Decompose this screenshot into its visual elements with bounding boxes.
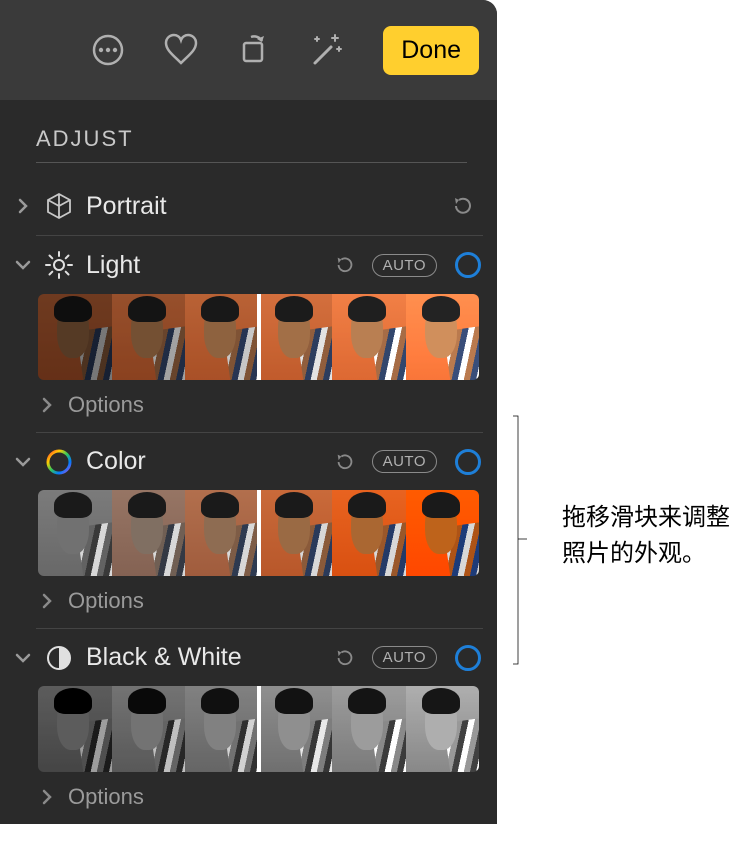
chevron-down-icon	[14, 653, 32, 663]
options-light[interactable]: Options	[0, 380, 497, 432]
preview-thumb	[259, 294, 333, 380]
row-label-light: Light	[86, 251, 324, 280]
options-label: Options	[68, 784, 144, 810]
callout-text: 拖移滑块来调整 照片的外观。	[562, 500, 730, 572]
rotate-crop-icon[interactable]	[237, 33, 271, 67]
chevron-right-icon	[40, 593, 54, 609]
preview-thumb	[38, 686, 112, 772]
slider-indicator[interactable]	[257, 294, 261, 380]
row-light[interactable]: Light AUTO	[0, 236, 497, 294]
row-portrait[interactable]: Portrait	[0, 177, 497, 235]
preview-thumb	[112, 490, 186, 576]
preview-thumb	[38, 490, 112, 576]
preview-thumb	[332, 490, 406, 576]
auto-button-light[interactable]: AUTO	[372, 254, 437, 277]
section-title: ADJUST	[36, 126, 467, 163]
done-button[interactable]: Done	[383, 26, 479, 75]
preview-thumb	[112, 686, 186, 772]
preview-thumb	[406, 490, 480, 576]
preview-thumb	[332, 686, 406, 772]
row-label-portrait: Portrait	[86, 192, 441, 221]
preview-thumb	[259, 490, 333, 576]
callout-bracket-icon	[512, 290, 532, 790]
preview-thumb	[185, 686, 259, 772]
options-bw[interactable]: Options	[0, 772, 497, 824]
chevron-down-icon	[14, 260, 32, 270]
callout-line2: 照片的外观。	[562, 536, 730, 572]
reset-arrow-icon[interactable]	[451, 194, 475, 218]
auto-button-color[interactable]: AUTO	[372, 450, 437, 473]
options-label: Options	[68, 392, 144, 418]
light-preview-slider[interactable]	[38, 294, 479, 380]
row-label-color: Color	[86, 447, 324, 476]
editor-toolbar: Done	[0, 0, 497, 100]
slider-indicator[interactable]	[257, 686, 261, 772]
preview-thumb	[332, 294, 406, 380]
light-sun-icon	[42, 250, 76, 280]
toggle-circle-light[interactable]	[455, 252, 481, 278]
chevron-right-icon	[40, 397, 54, 413]
preview-thumb	[406, 686, 480, 772]
preview-thumb	[259, 686, 333, 772]
auto-button-bw[interactable]: AUTO	[372, 646, 437, 669]
options-label: Options	[68, 588, 144, 614]
heart-icon[interactable]	[163, 33, 199, 67]
preview-thumb	[185, 490, 259, 576]
row-label-bw: Black & White	[86, 643, 324, 672]
slider-indicator[interactable]	[257, 490, 261, 576]
preview-thumb	[406, 294, 480, 380]
toggle-circle-color[interactable]	[455, 449, 481, 475]
chevron-right-icon	[14, 198, 32, 214]
options-color[interactable]: Options	[0, 576, 497, 628]
toggle-circle-bw[interactable]	[455, 645, 481, 671]
preview-thumb	[112, 294, 186, 380]
reset-arrow-icon[interactable]	[334, 451, 356, 473]
bw-preview-slider[interactable]	[38, 686, 479, 772]
preview-thumb	[185, 294, 259, 380]
reset-arrow-icon[interactable]	[334, 254, 356, 276]
adjust-panel: Done ADJUST Portrait Light AUTO	[0, 0, 497, 824]
section-header: ADJUST	[0, 100, 497, 177]
enhance-wand-icon[interactable]	[309, 33, 345, 67]
preview-thumb	[38, 294, 112, 380]
row-color[interactable]: Color AUTO	[0, 433, 497, 490]
chevron-right-icon	[40, 789, 54, 805]
row-bw[interactable]: Black & White AUTO	[0, 629, 497, 686]
half-circle-icon	[42, 645, 76, 671]
color-preview-slider[interactable]	[38, 490, 479, 576]
chevron-down-icon	[14, 457, 32, 467]
reset-arrow-icon[interactable]	[334, 647, 356, 669]
color-ring-icon	[42, 448, 76, 476]
more-icon[interactable]	[91, 33, 125, 67]
cube-icon	[42, 191, 76, 221]
callout-line1: 拖移滑块来调整	[562, 500, 730, 536]
